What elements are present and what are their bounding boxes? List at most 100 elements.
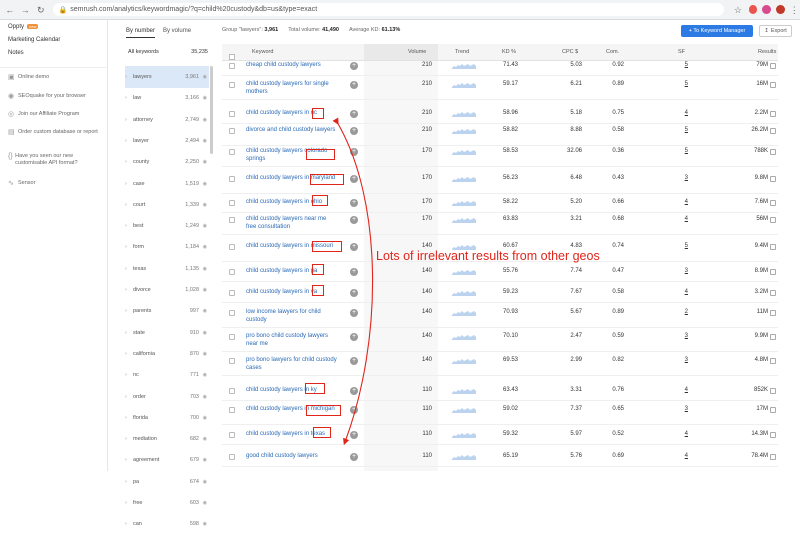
keyword-link[interactable]: child custody lawyers in nc bbox=[246, 110, 338, 118]
keyword-link[interactable]: pro bono child custody lawyers near me bbox=[246, 333, 338, 348]
to-keyword-manager-button[interactable]: + To Keyword Manager bbox=[681, 25, 753, 37]
serp-icon[interactable] bbox=[770, 269, 776, 275]
bookmark-star-icon[interactable]: ☆ bbox=[732, 4, 744, 16]
tool-affiliate[interactable]: ◎ Join our Affiliate Program bbox=[8, 111, 79, 118]
group-item[interactable]: ›can598◉ bbox=[125, 513, 209, 535]
chevron-right-icon[interactable]: › bbox=[125, 117, 133, 123]
forward-icon[interactable]: → bbox=[20, 4, 32, 16]
eye-icon[interactable]: ◉ bbox=[199, 394, 207, 400]
eye-icon[interactable]: ◉ bbox=[199, 159, 207, 165]
eye-icon[interactable]: ◉ bbox=[199, 436, 207, 442]
group-list-scrollbar[interactable] bbox=[210, 66, 213, 154]
serp-features-link[interactable]: 4 bbox=[662, 110, 688, 116]
add-keyword-icon[interactable]: + bbox=[350, 268, 358, 276]
profile-avatar[interactable] bbox=[776, 5, 785, 14]
chevron-right-icon[interactable]: › bbox=[125, 202, 133, 208]
row-checkbox[interactable] bbox=[229, 388, 235, 394]
keyword-link[interactable]: pro bono lawyers for child custody cases bbox=[246, 357, 338, 372]
row-checkbox[interactable] bbox=[229, 217, 235, 223]
serp-features-link[interactable]: 5 bbox=[662, 127, 688, 133]
serp-icon[interactable] bbox=[770, 454, 776, 460]
serp-icon[interactable] bbox=[770, 358, 776, 364]
chevron-right-icon[interactable]: › bbox=[125, 500, 133, 506]
add-keyword-icon[interactable]: + bbox=[350, 216, 358, 224]
chevron-right-icon[interactable]: › bbox=[125, 223, 133, 229]
serp-icon[interactable] bbox=[770, 244, 776, 250]
group-item[interactable]: ›law3,166◉ bbox=[125, 87, 209, 109]
serp-features-link[interactable]: 3 bbox=[662, 406, 688, 412]
add-keyword-icon[interactable]: + bbox=[350, 333, 358, 341]
serp-features-link[interactable]: 5 bbox=[662, 62, 688, 68]
group-item[interactable]: ›lawyer2,494◉ bbox=[125, 130, 209, 152]
row-checkbox[interactable] bbox=[229, 290, 235, 296]
row-checkbox[interactable] bbox=[229, 432, 235, 438]
eye-icon[interactable]: ◉ bbox=[199, 223, 207, 229]
eye-icon[interactable]: ◉ bbox=[199, 479, 207, 485]
eye-icon[interactable]: ◉ bbox=[199, 521, 207, 527]
chevron-right-icon[interactable]: › bbox=[125, 159, 133, 165]
keyword-link[interactable]: child custody lawyers in pa bbox=[246, 268, 338, 276]
add-keyword-icon[interactable]: + bbox=[350, 387, 358, 395]
add-keyword-icon[interactable]: + bbox=[350, 357, 358, 365]
chevron-right-icon[interactable]: › bbox=[125, 181, 133, 187]
row-checkbox[interactable] bbox=[229, 200, 235, 206]
eye-icon[interactable]: ◉ bbox=[199, 181, 207, 187]
group-item[interactable]: ›lawyers3,961◉ bbox=[125, 66, 209, 88]
chevron-right-icon[interactable]: › bbox=[125, 394, 133, 400]
row-checkbox[interactable] bbox=[229, 244, 235, 250]
serp-icon[interactable] bbox=[770, 407, 776, 413]
chevron-right-icon[interactable]: › bbox=[125, 479, 133, 485]
group-item[interactable]: ›california870◉ bbox=[125, 343, 209, 365]
add-keyword-icon[interactable]: + bbox=[350, 110, 358, 118]
row-checkbox[interactable] bbox=[229, 176, 235, 182]
row-checkbox[interactable] bbox=[229, 334, 235, 340]
serp-features-link[interactable]: 5 bbox=[662, 243, 688, 249]
eye-icon[interactable]: ◉ bbox=[199, 415, 207, 421]
extension-icon[interactable] bbox=[749, 5, 758, 14]
group-item[interactable]: ›attorney2,749◉ bbox=[125, 109, 209, 131]
chevron-right-icon[interactable]: › bbox=[125, 244, 133, 250]
col-com[interactable]: Com. bbox=[606, 49, 619, 55]
col-sf[interactable]: SF bbox=[678, 49, 685, 55]
keyword-link[interactable]: child custody lawyers for single mothers bbox=[246, 81, 338, 96]
add-keyword-icon[interactable]: + bbox=[350, 62, 358, 70]
serp-icon[interactable] bbox=[770, 111, 776, 117]
group-item[interactable]: ›parents997◉ bbox=[125, 300, 209, 322]
eye-icon[interactable]: ◉ bbox=[199, 266, 207, 272]
serp-features-link[interactable]: 5 bbox=[662, 81, 688, 87]
keyword-link[interactable]: divorce and child custody lawyers bbox=[246, 127, 338, 135]
serp-features-link[interactable]: 4 bbox=[662, 216, 688, 222]
extension-icon[interactable] bbox=[762, 5, 771, 14]
serp-icon[interactable] bbox=[770, 388, 776, 394]
eye-icon[interactable]: ◉ bbox=[199, 244, 207, 250]
eye-icon[interactable]: ◉ bbox=[199, 372, 207, 378]
serp-icon[interactable] bbox=[770, 334, 776, 340]
serp-features-link[interactable]: 3 bbox=[662, 268, 688, 274]
tool-custom-database[interactable]: ▤ Order custom database or report bbox=[8, 129, 100, 136]
row-checkbox[interactable] bbox=[229, 128, 235, 134]
group-item[interactable]: ›florida700◉ bbox=[125, 407, 209, 429]
eye-icon[interactable]: ◉ bbox=[199, 74, 207, 80]
chevron-right-icon[interactable]: › bbox=[125, 415, 133, 421]
group-item[interactable]: ›free603◉ bbox=[125, 492, 209, 514]
row-checkbox[interactable] bbox=[229, 63, 235, 69]
chevron-right-icon[interactable]: › bbox=[125, 351, 133, 357]
group-item[interactable]: ›divorce1,028◉ bbox=[125, 279, 209, 301]
serp-icon[interactable] bbox=[770, 82, 776, 88]
reload-icon[interactable]: ↻ bbox=[35, 4, 47, 16]
row-checkbox[interactable] bbox=[229, 269, 235, 275]
add-keyword-icon[interactable]: + bbox=[350, 81, 358, 89]
export-button[interactable]: ↥Export bbox=[759, 25, 792, 37]
eye-icon[interactable]: ◉ bbox=[199, 138, 207, 144]
add-keyword-icon[interactable]: + bbox=[350, 175, 358, 183]
group-item[interactable]: ›form1,184◉ bbox=[125, 236, 209, 258]
tool-api-format[interactable]: {} Have you seen our new customisable AP… bbox=[8, 153, 102, 167]
group-item[interactable]: ›state910◉ bbox=[125, 322, 209, 344]
serp-icon[interactable] bbox=[770, 128, 776, 134]
add-keyword-icon[interactable]: + bbox=[350, 243, 358, 251]
serp-icon[interactable] bbox=[770, 217, 776, 223]
tool-seoquake[interactable]: ◉ SEOquake for your browser bbox=[8, 93, 86, 100]
chevron-right-icon[interactable]: › bbox=[125, 74, 133, 80]
group-item[interactable]: ›agreement679◉ bbox=[125, 449, 209, 471]
eye-icon[interactable]: ◉ bbox=[199, 287, 207, 293]
